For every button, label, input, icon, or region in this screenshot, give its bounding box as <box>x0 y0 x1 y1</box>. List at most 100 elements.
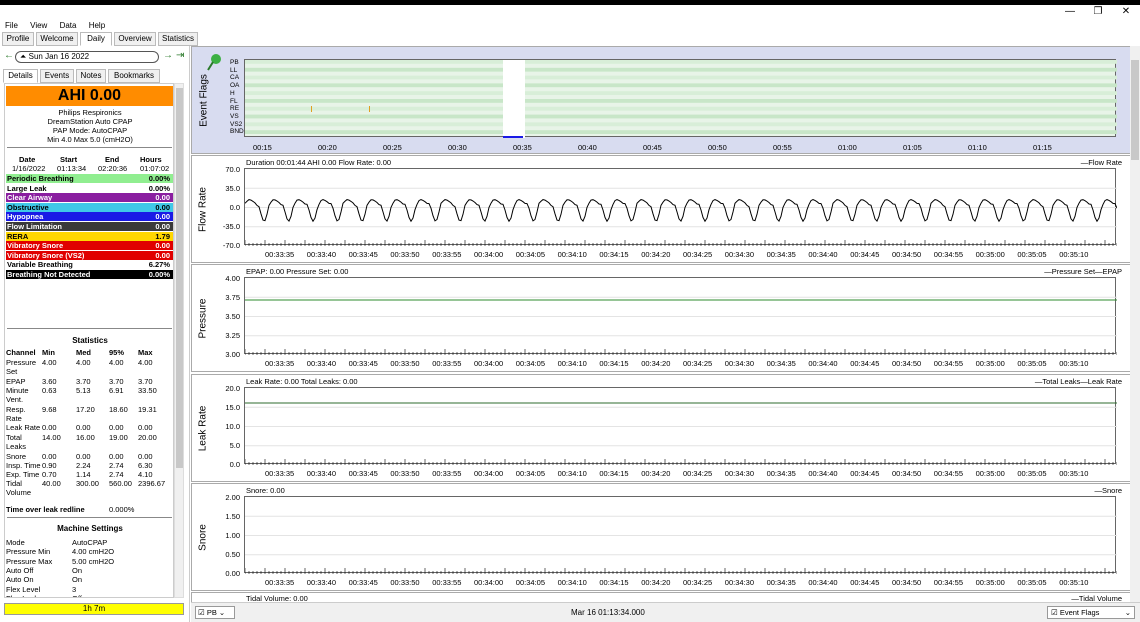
menu-help[interactable]: Help <box>84 19 110 32</box>
event-row[interactable]: Vibratory Snore 0.00 <box>6 241 173 251</box>
tab-notes[interactable]: Notes <box>76 69 106 83</box>
stats-value: 0.00 <box>76 452 91 461</box>
last-day-icon[interactable]: ⇥ <box>176 51 184 61</box>
event-row[interactable]: RERA 1.79 <box>6 231 173 241</box>
stats-value: 0.00 <box>138 423 153 432</box>
event-flags-tick: 00:40 <box>578 143 597 152</box>
event-row[interactable]: Clear Airway 0.00 <box>6 193 173 203</box>
event-value: 0.00 <box>155 193 170 203</box>
stats-value: 16.00 <box>76 433 95 442</box>
time-tick: 00:34:35 <box>766 578 796 587</box>
time-tick: 00:34:35 <box>766 359 796 368</box>
time-tick: 00:35:10 <box>1059 469 1089 478</box>
event-name: Vibratory Snore <box>7 241 64 251</box>
graph-scrollbar[interactable] <box>1130 46 1140 602</box>
time-tick: 00:33:40 <box>306 578 336 587</box>
session-header-hours: Hours <box>140 155 162 164</box>
stats-channel-cont: Volume <box>6 488 32 497</box>
graph-select[interactable]: ☑ Event Flags ⌄ <box>1047 606 1135 619</box>
time-tick: 00:34:10 <box>557 359 587 368</box>
pressure-plot[interactable] <box>244 277 1122 355</box>
next-day-icon[interactable]: → <box>163 51 173 61</box>
event-row[interactable]: Obstructive 0.00 <box>6 202 173 212</box>
tab-profile[interactable]: Profile <box>2 32 34 46</box>
event-row[interactable]: Large Leak 0.00% <box>6 183 173 193</box>
event-name: Flow Limitation <box>7 222 62 231</box>
event-row[interactable]: Flow Limitation 0.00 <box>6 222 173 231</box>
pushpin-icon[interactable] <box>206 53 221 71</box>
stats-value: 0.00 <box>138 452 153 461</box>
maximize-button[interactable]: ❐ <box>1086 6 1110 18</box>
stats-value: 4.00 <box>76 358 91 367</box>
flow-plot[interactable] <box>244 168 1122 246</box>
time-tick: 00:34:35 <box>766 250 796 259</box>
pressure-ytick: 3.25 <box>225 331 240 340</box>
scroll-thumb[interactable] <box>176 88 183 468</box>
menu-view[interactable]: View <box>25 19 52 32</box>
flag-row-band <box>245 91 1117 95</box>
stats-value: 0.70 <box>42 470 57 479</box>
stats-value: 20.00 <box>138 433 157 442</box>
date-picker[interactable]: ⏶ Sun Jan 16 2022 <box>15 51 159 63</box>
time-tick: 00:34:50 <box>892 250 922 259</box>
tab-overview[interactable]: Overview <box>114 32 156 46</box>
setting-value: 4.00 cmH2O <box>72 547 115 557</box>
flow-title: Duration 00:01:44 AHI 0.00 Flow Rate: 0.… <box>246 158 392 167</box>
leak-ytick: 20.0 <box>225 384 240 393</box>
event-flags-plot[interactable] <box>244 59 1117 138</box>
leak-redline-value: 0.000% <box>109 505 135 514</box>
flag-row-band <box>245 67 1117 72</box>
event-row[interactable]: Periodic Breathing 0.00% <box>6 174 173 183</box>
tab-details[interactable]: Details <box>3 69 38 83</box>
time-tick: 00:34:55 <box>933 359 963 368</box>
snore-plot[interactable] <box>244 496 1122 574</box>
time-tick: 00:34:55 <box>933 578 963 587</box>
tab-welcome[interactable]: Welcome <box>36 32 78 46</box>
pressure-legend: —Pressure Set—EPAP <box>1044 267 1122 276</box>
flow-series-line <box>244 199 1118 223</box>
flag-row-label: LL <box>230 66 238 74</box>
event-flags-tick: 00:35 <box>513 143 532 152</box>
tab-daily[interactable]: Daily <box>80 32 112 46</box>
snore-ytick: 0.00 <box>225 569 240 578</box>
details-scrollbar[interactable] <box>174 83 184 598</box>
time-tick: 00:35:05 <box>1017 469 1047 478</box>
event-name: Breathing Not Detected <box>7 270 91 279</box>
stats-value: 5.13 <box>76 386 91 395</box>
setting-name: Auto On <box>6 575 34 585</box>
stats-channel-cont: Set <box>6 367 18 376</box>
stats-value: 40.00 <box>42 479 61 488</box>
time-tick: 00:33:40 <box>306 359 336 368</box>
menu-data[interactable]: Data <box>55 19 82 32</box>
graph-area: Event Flags PB LL CA OA H FL RE VS VS2 BND 00:15 0… <box>191 46 1140 622</box>
event-row[interactable]: Vibratory Snore (VS2) 0.00 <box>6 250 173 260</box>
flag-row-band <box>245 60 1117 64</box>
chevron-down-icon: ⌄ <box>1124 608 1131 617</box>
event-row[interactable]: Variable Breathing 6.27% <box>6 260 173 270</box>
prev-day-icon[interactable]: ← <box>4 51 14 61</box>
stats-header: Min <box>42 348 55 357</box>
leak-plot[interactable] <box>244 387 1122 465</box>
event-row[interactable]: Hypopnea 0.00 <box>6 212 173 222</box>
time-tick: 00:34:50 <box>892 469 922 478</box>
stats-value: 0.00 <box>42 452 57 461</box>
machine-model: DreamStation Auto CPAP <box>47 117 133 126</box>
flag-row-label: H <box>230 89 235 97</box>
stats-value: 2.24 <box>76 461 91 470</box>
tab-events[interactable]: Events <box>40 69 74 83</box>
graph-scroll-thumb[interactable] <box>1131 60 1139 160</box>
tab-statistics[interactable]: Statistics <box>158 32 198 46</box>
menu-file[interactable]: File <box>0 19 23 32</box>
time-tick: 00:33:55 <box>432 359 462 368</box>
tab-bookmarks[interactable]: Bookmarks <box>108 69 160 83</box>
event-flags-tick: 01:10 <box>968 143 987 152</box>
close-button[interactable]: ✕ <box>1114 6 1138 18</box>
event-row[interactable]: Breathing Not Detected 0.00% <box>6 270 173 279</box>
flag-select[interactable]: ☑ PB ⌄ <box>195 606 235 619</box>
minimize-button[interactable]: — <box>1058 6 1082 18</box>
flag-row-label: FL <box>230 97 238 105</box>
flag-row-label: VS <box>230 112 239 120</box>
pressure-ytick: 3.75 <box>225 293 240 302</box>
view-window-highlight[interactable] <box>503 60 525 138</box>
tidal-volume-panel: Tidal Volume: 0.00 —Tidal Volume <box>191 592 1131 603</box>
